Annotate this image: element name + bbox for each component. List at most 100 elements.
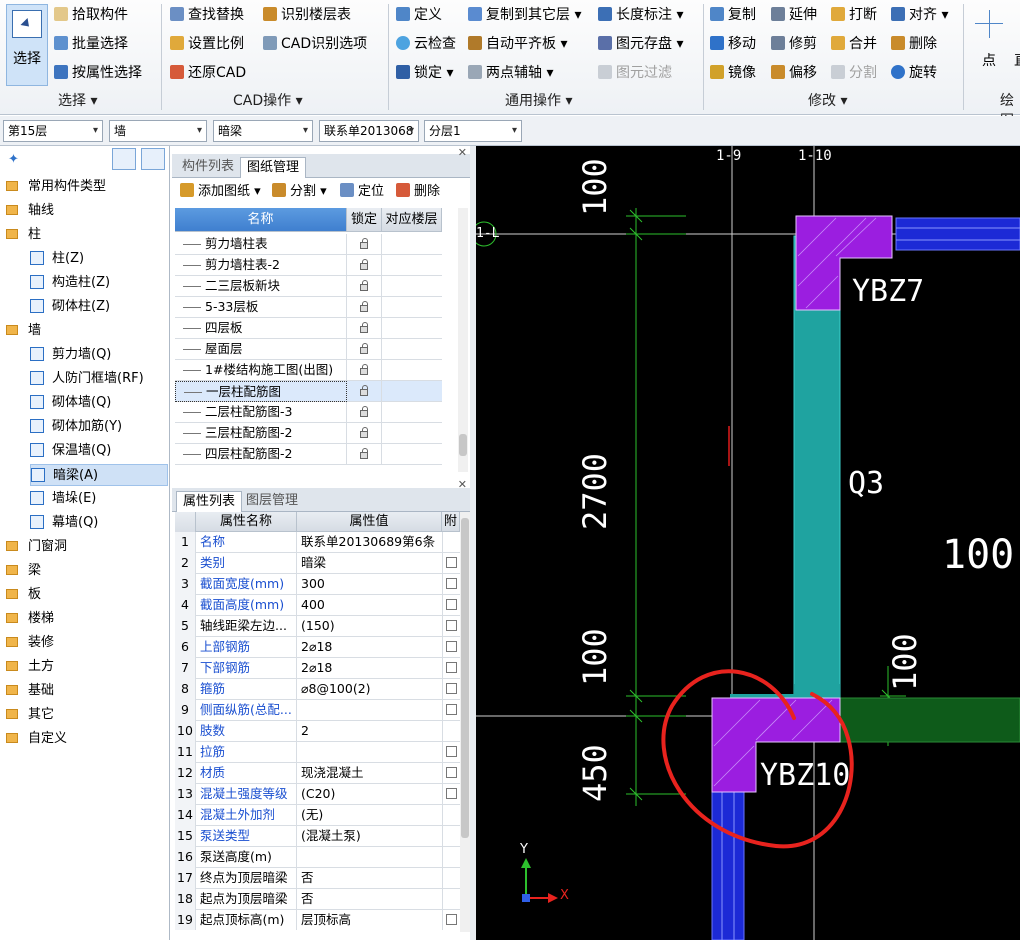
delete-button[interactable]: 删除 xyxy=(891,33,937,55)
tree-folder[interactable]: 装修 xyxy=(6,632,166,654)
lock-cell[interactable] xyxy=(347,339,382,360)
cloud-check-button[interactable]: 云检查 xyxy=(396,33,456,55)
tree-folder[interactable]: 墙 xyxy=(6,320,166,342)
tree-folder[interactable]: 土方 xyxy=(6,656,166,678)
tree-item[interactable]: 保温墙(Q) xyxy=(30,440,168,462)
tree-folder[interactable]: 其它 xyxy=(6,704,166,726)
floor-select[interactable]: 第15层 xyxy=(3,120,103,142)
attach-checkbox[interactable] xyxy=(446,662,457,673)
lock-cell[interactable] xyxy=(347,276,382,297)
delete-drawing-button[interactable]: 删除 xyxy=(396,180,440,199)
property-value[interactable]: 300 xyxy=(298,574,443,595)
tree-folder[interactable]: 轴线 xyxy=(6,200,166,222)
attach-checkbox[interactable] xyxy=(446,557,457,568)
close-icon[interactable]: ✕ xyxy=(458,146,467,159)
lock-button[interactable]: 锁定 ▾ xyxy=(396,62,453,84)
copy-to-floor-button[interactable]: 复制到其它层 ▾ xyxy=(468,4,581,26)
tree-folder[interactable]: 柱 xyxy=(6,224,166,246)
member-select[interactable]: 联系单2013068 xyxy=(319,120,419,142)
tree-folder[interactable]: 板 xyxy=(6,584,166,606)
drawing-row[interactable]: 四层板 xyxy=(175,318,442,339)
attach-checkbox[interactable] xyxy=(446,914,457,925)
property-value[interactable]: ⌀8@100(2) xyxy=(298,679,443,700)
length-dim-button[interactable]: 长度标注 ▾ xyxy=(598,4,683,26)
attach-checkbox[interactable] xyxy=(446,620,457,631)
add-drawing-button[interactable]: 添加图纸 ▾ xyxy=(180,180,261,199)
property-row[interactable]: 6 上部钢筋 2⌀18 xyxy=(175,637,460,658)
col-floor-header[interactable]: 对应楼层 xyxy=(382,208,442,232)
col-attr-name-header[interactable]: 属性名称 xyxy=(196,512,297,532)
cad-canvas[interactable]: 1-9 1-10 1-L 100 2700 100 450 100 100 YB… xyxy=(476,146,1020,940)
drawings-scrollbar[interactable] xyxy=(458,208,468,472)
property-row[interactable]: 17 终点为顶层暗梁否 xyxy=(175,868,460,889)
attach-checkbox[interactable] xyxy=(446,599,457,610)
tree-item[interactable]: 砌体墙(Q) xyxy=(30,392,168,414)
col-attr-value-header[interactable]: 属性值 xyxy=(297,512,442,532)
tab-drawing-management[interactable]: 图纸管理 xyxy=(240,157,307,178)
common-group-label[interactable]: 通用操作 ▾ xyxy=(505,91,572,111)
two-point-axis-button[interactable]: 两点辅轴 ▾ xyxy=(468,62,553,84)
tree-item[interactable]: 墙垛(E) xyxy=(30,488,168,510)
restore-cad-button[interactable]: 还原CAD xyxy=(170,62,246,84)
property-row[interactable]: 12 材质 现浇混凝土 xyxy=(175,763,460,784)
cad-group-label[interactable]: CAD操作 ▾ xyxy=(233,91,303,111)
lock-cell[interactable] xyxy=(347,381,382,402)
select-group-label[interactable]: 选择 ▾ xyxy=(58,91,97,111)
tree-item[interactable]: 人防门框墙(RF) xyxy=(30,368,168,390)
property-row[interactable]: 19 起点顶标高(m) 层顶标高 xyxy=(175,910,460,930)
move-button[interactable]: 移动 xyxy=(710,33,756,55)
identify-floor-table-button[interactable]: 识别楼层表 xyxy=(263,4,351,26)
element-filter-button[interactable]: 图元过滤 xyxy=(598,62,672,84)
offset-button[interactable]: 偏移 xyxy=(771,62,817,84)
cad-options-button[interactable]: CAD识别选项 xyxy=(263,33,367,55)
pick-member-button[interactable]: 拾取构件 xyxy=(54,4,128,26)
drawing-row[interactable]: 屋面层 xyxy=(175,339,442,360)
drawing-row[interactable]: 剪力墙柱表-2 xyxy=(175,255,442,276)
property-value[interactable]: 2 xyxy=(298,721,443,742)
attach-checkbox[interactable] xyxy=(446,788,457,799)
select-button[interactable]: 选择 xyxy=(6,4,48,86)
category-select[interactable]: 墙 xyxy=(109,120,207,142)
property-row[interactable]: 2 类别 暗梁 xyxy=(175,553,460,574)
line-button-partial[interactable]: 直 xyxy=(1014,50,1020,72)
lock-cell[interactable] xyxy=(347,255,382,276)
property-row[interactable]: 16 泵送高度(m) xyxy=(175,847,460,868)
tree-folder[interactable]: 常用构件类型 xyxy=(6,176,166,198)
property-value[interactable]: 暗梁 xyxy=(298,553,443,574)
property-row[interactable]: 14 混凝土外加剂 (无) xyxy=(175,805,460,826)
tab-layer-management[interactable]: 图层管理 xyxy=(240,491,304,512)
modify-group-label[interactable]: 修改 ▾ xyxy=(808,91,847,111)
split-button[interactable]: 分割 xyxy=(831,62,877,84)
attribute-select-button[interactable]: 按属性选择 xyxy=(54,62,142,84)
tree-item[interactable]: 砌体加筋(Y) xyxy=(30,416,168,438)
attach-checkbox[interactable] xyxy=(446,578,457,589)
batch-select-button[interactable]: 批量选择 xyxy=(54,33,128,55)
property-row[interactable]: 8 箍筋 ⌀8@100(2) xyxy=(175,679,460,700)
copy-button[interactable]: 复制 xyxy=(710,4,756,26)
property-value[interactable]: 2⌀18 xyxy=(298,637,443,658)
property-row[interactable]: 7 下部钢筋 2⌀18 xyxy=(175,658,460,679)
property-value[interactable] xyxy=(298,742,443,763)
property-value[interactable]: (C20) xyxy=(298,784,443,805)
tab-property-list[interactable]: 属性列表 xyxy=(176,491,243,512)
drawing-row[interactable]: 二层柱配筋图-3 xyxy=(175,402,442,423)
align-button[interactable]: 对齐 ▾ xyxy=(891,4,948,26)
property-row[interactable]: 9 侧面纵筋(总配... xyxy=(175,700,460,721)
lock-cell[interactable] xyxy=(347,444,382,465)
point-button[interactable]: 点 xyxy=(982,50,996,72)
property-row[interactable]: 3 截面宽度(mm) 300 xyxy=(175,574,460,595)
tree-item[interactable]: 柱(Z) xyxy=(30,248,168,270)
property-row[interactable]: 15 泵送类型 (混凝土泵) xyxy=(175,826,460,847)
property-value[interactable] xyxy=(298,700,443,721)
property-value[interactable]: (150) xyxy=(298,616,443,637)
lock-cell[interactable] xyxy=(347,297,382,318)
property-row[interactable]: 10 肢数 2 xyxy=(175,721,460,742)
type-select[interactable]: 暗梁 xyxy=(213,120,313,142)
property-value[interactable]: (无) xyxy=(298,805,443,826)
auto-align-slab-button[interactable]: 自动平齐板 ▾ xyxy=(468,33,567,55)
tree-folder[interactable]: 门窗洞 xyxy=(6,536,166,558)
tree-item[interactable]: 幕墙(Q) xyxy=(30,512,168,534)
attach-checkbox[interactable] xyxy=(446,746,457,757)
property-value[interactable]: 否 xyxy=(298,868,443,889)
drawing-row[interactable]: 一层柱配筋图 xyxy=(175,381,442,402)
